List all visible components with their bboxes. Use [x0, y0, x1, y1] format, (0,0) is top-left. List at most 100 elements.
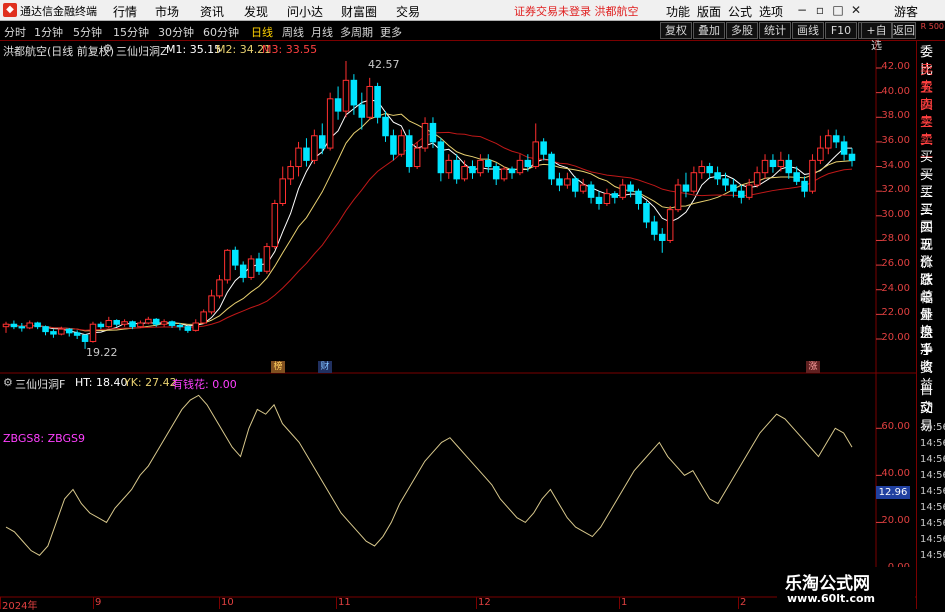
- sub-axis-tick: 20.00: [881, 515, 910, 527]
- period-tab-more[interactable]: 更多: [380, 24, 402, 40]
- side-panel-time: 14:56: [920, 534, 945, 545]
- menu-item-options[interactable]: 选项: [759, 3, 783, 20]
- period-tab[interactable]: 30分钟: [158, 24, 194, 40]
- candle-body: [611, 193, 619, 198]
- time-axis-tick: [0, 597, 1, 609]
- period-toolbar: 分时 1分钟 5分钟 15分钟 30分钟 60分钟 日线 周线 月线 多周期 更…: [0, 21, 945, 41]
- period-tab[interactable]: 多周期: [340, 24, 373, 40]
- time-axis-tick: [336, 597, 337, 609]
- period-tab-active[interactable]: 日线: [251, 24, 273, 40]
- multi-stock-button[interactable]: 多股: [726, 22, 758, 39]
- kline-chart[interactable]: [0, 41, 916, 609]
- time-axis-tick: [619, 597, 620, 609]
- candle-body: [247, 258, 255, 278]
- candle-body: [390, 135, 397, 155]
- candle-body: [674, 184, 682, 211]
- period-tab[interactable]: 周线: [282, 24, 304, 40]
- price-axis-tick: 32.00: [881, 184, 910, 196]
- menu-item-wealth[interactable]: 财富圈: [341, 3, 377, 20]
- menu-item-quotes[interactable]: 行情: [113, 3, 137, 20]
- add-watchlist-button[interactable]: +自选: [861, 22, 892, 52]
- menu-item-formula[interactable]: 公式: [728, 3, 752, 20]
- candle-body: [18, 326, 26, 329]
- statistics-button[interactable]: 统计: [759, 22, 791, 39]
- menu-item-layout[interactable]: 版面: [697, 3, 721, 20]
- price-axis-tick: 36.00: [881, 134, 910, 146]
- ma1-line: [5, 99, 852, 336]
- time-axis-label: 10: [221, 597, 234, 608]
- menu-item-xiaoda[interactable]: 问小达: [287, 3, 323, 20]
- user-label[interactable]: 游客: [894, 3, 918, 20]
- high-price-label: 42.57: [368, 58, 400, 71]
- watermark: 乐淘公式网 www.60lt.com: [777, 567, 915, 609]
- list-marker[interactable]: 榜: [271, 361, 285, 373]
- period-tab[interactable]: 5分钟: [73, 24, 102, 40]
- candle-body: [785, 159, 793, 174]
- candle-body: [825, 135, 832, 149]
- candle-body: [682, 184, 690, 192]
- candle-body: [358, 104, 366, 118]
- period-tab[interactable]: 月线: [311, 24, 333, 40]
- candle-body: [738, 190, 745, 198]
- panel-scale-label: R 500: [920, 22, 944, 31]
- candle-body: [73, 332, 81, 336]
- rise-marker[interactable]: 涨: [806, 361, 820, 373]
- price-axis-tick: 34.00: [881, 159, 910, 171]
- candle-body: [848, 153, 856, 161]
- zbgs-label: ZBGS8: ZBGS9: [3, 432, 85, 445]
- minimize-icon[interactable]: −: [794, 2, 810, 18]
- finance-marker[interactable]: 财: [318, 361, 332, 373]
- period-tab[interactable]: 1分钟: [34, 24, 63, 40]
- logo-icon: ◆: [3, 3, 17, 17]
- sub-indicator-name[interactable]: 三仙归洞F: [15, 376, 65, 392]
- candle-body: [745, 184, 753, 198]
- candle-body: [690, 172, 698, 192]
- candle-body: [176, 324, 184, 328]
- candle-body: [477, 159, 484, 174]
- watermark-title: 乐淘公式网: [785, 574, 870, 594]
- price-axis-tick: 20.00: [881, 332, 910, 343]
- back-button[interactable]: 返回: [892, 22, 916, 39]
- candle-body: [840, 141, 848, 155]
- fuquan-button[interactable]: 复权: [660, 22, 692, 39]
- time-axis-label: 11: [338, 597, 351, 608]
- candle-body: [271, 203, 279, 248]
- candle-body: [160, 321, 168, 325]
- candle-body: [500, 168, 508, 180]
- period-tab[interactable]: 15分钟: [113, 24, 149, 40]
- candle-body: [168, 321, 176, 326]
- candle-body: [287, 166, 294, 180]
- restore-icon[interactable]: ▫: [812, 2, 828, 18]
- candle-body: [579, 184, 587, 192]
- side-panel-time: 14:56: [920, 454, 945, 465]
- candle-body: [97, 323, 105, 328]
- candle-body: [658, 233, 666, 241]
- current-value-badge: 12.96: [876, 486, 910, 499]
- period-tab[interactable]: 60分钟: [203, 24, 239, 40]
- candle-body: [540, 141, 547, 155]
- price-axis-tick: 22.00: [881, 307, 910, 319]
- side-panel-time: 14:56: [920, 518, 945, 529]
- period-tab[interactable]: 分时: [4, 24, 26, 40]
- candle-body: [26, 322, 33, 329]
- menu-item-trade[interactable]: 交易: [396, 3, 420, 20]
- f10-button[interactable]: F10: [825, 22, 857, 39]
- candle-body: [366, 85, 373, 118]
- candle-body: [817, 147, 824, 161]
- menu-item-function[interactable]: 功能: [666, 3, 690, 20]
- menu-bar: ◆ 通达信金融终端 行情 市场 资讯 发现 问小达 财富圈 交易 证券交易未登录…: [0, 0, 945, 21]
- candle-body: [421, 122, 429, 149]
- candle-body: [485, 159, 492, 168]
- maximize-icon[interactable]: □: [830, 2, 846, 18]
- menu-item-discover[interactable]: 发现: [244, 3, 268, 20]
- settings-icon[interactable]: ⚙: [3, 376, 13, 389]
- candle-body: [208, 295, 215, 313]
- draw-line-button[interactable]: 画线: [792, 22, 824, 39]
- candle-body: [666, 209, 674, 241]
- menu-item-news[interactable]: 资讯: [200, 3, 224, 20]
- overlay-button[interactable]: 叠加: [693, 22, 725, 39]
- candle-body: [34, 322, 41, 328]
- close-icon[interactable]: ✕: [848, 2, 864, 18]
- menu-item-market[interactable]: 市场: [155, 3, 179, 20]
- candle-body: [492, 166, 500, 180]
